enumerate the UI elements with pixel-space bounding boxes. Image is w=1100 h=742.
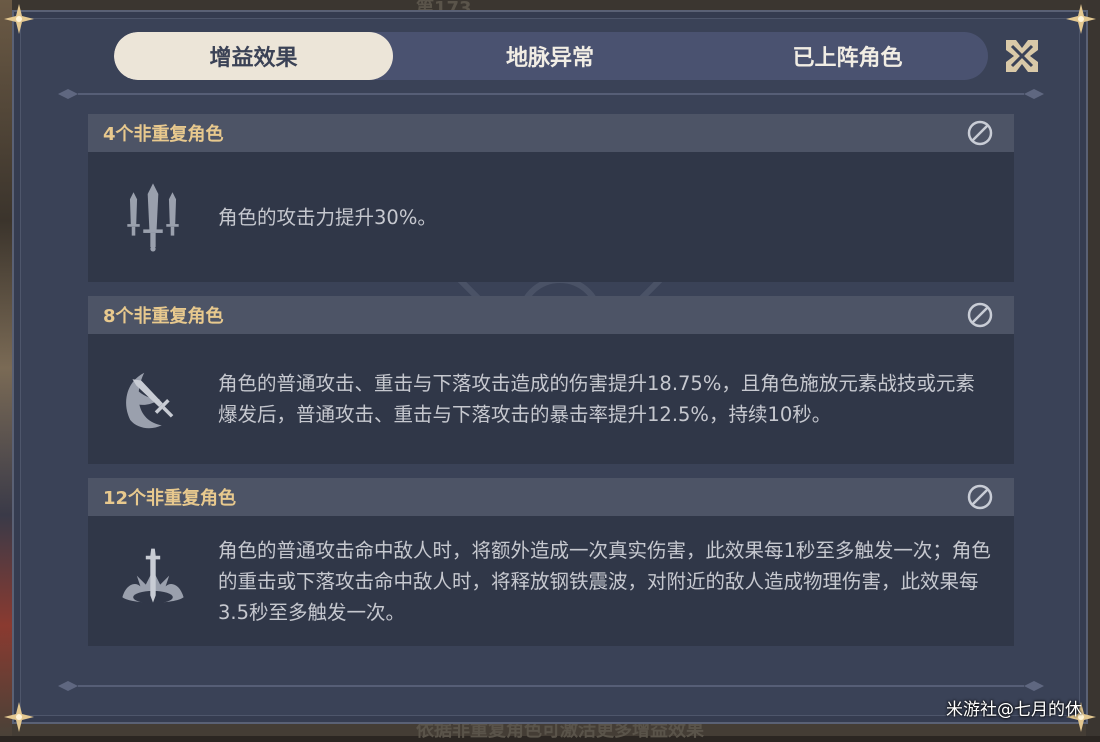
buff-card-description: 角色的普通攻击命中敌人时，将额外造成一次真实伤害，此效果每1秒至多触发一次；角色… — [218, 538, 991, 624]
ban-icon — [967, 484, 993, 510]
ornamental-divider-top — [58, 88, 1044, 100]
buff-card-body: 角色的攻击力提升30%。 — [88, 152, 1014, 282]
tab-buff-effects[interactable]: 增益效果 — [114, 32, 393, 80]
close-icon — [1006, 40, 1038, 72]
corner-ornament-icon — [1066, 4, 1096, 34]
buff-card-title: 8个非重复角色 — [103, 306, 224, 327]
buff-card-8: 8个非重复角色 角色的普通攻击、重击与下落攻击造成的伤害提升18.75%，且角色… — [88, 296, 1014, 464]
tab-bar: 增益效果 地脉异常 已上阵角色 — [114, 32, 988, 80]
sword-shockwave-icon — [88, 545, 218, 617]
credit-watermark: 米游社@七月的休 — [946, 700, 1082, 720]
corner-ornament-icon — [4, 4, 34, 34]
buff-card-header: 4个非重复角色 — [88, 114, 1014, 152]
buff-card-12: 12个非重复角色 角色的普通攻击命中敌人时，将额外造成一次真实伤害，此效果每1秒… — [88, 478, 1014, 646]
background-left-strip — [0, 0, 12, 736]
close-button[interactable] — [1004, 38, 1040, 74]
background-right-strip — [1086, 0, 1100, 736]
buff-card-header: 8个非重复角色 — [88, 296, 1014, 334]
buff-card-header: 12个非重复角色 — [88, 478, 1014, 516]
ornamental-divider-bottom — [58, 680, 1044, 692]
buff-card-description: 角色的攻击力提升30%。 — [218, 205, 437, 229]
buff-card-4: 4个非重复角色 角色的攻击力提升30%。 — [88, 114, 1014, 282]
flaming-sword-icon — [88, 364, 218, 434]
buff-card-body: 角色的普通攻击命中敌人时，将额外造成一次真实伤害，此效果每1秒至多触发一次；角色… — [88, 516, 1014, 646]
buff-card-body: 角色的普通攻击、重击与下落攻击造成的伤害提升18.75%，且角色施放元素战技或元… — [88, 334, 1014, 464]
buff-card-title: 4个非重复角色 — [103, 124, 224, 145]
ban-icon — [967, 302, 993, 328]
triple-sword-icon — [88, 179, 218, 255]
ban-icon — [967, 120, 993, 146]
buff-card-description: 角色的普通攻击、重击与下落攻击造成的伤害提升18.75%，且角色施放元素战技或元… — [218, 372, 975, 426]
tab-deployed-characters[interactable]: 已上阵角色 — [707, 32, 988, 80]
tab-ley-line-disorder[interactable]: 地脉异常 — [393, 32, 707, 80]
buff-card-title: 12个非重复角色 — [103, 488, 237, 509]
corner-ornament-icon — [4, 702, 34, 732]
